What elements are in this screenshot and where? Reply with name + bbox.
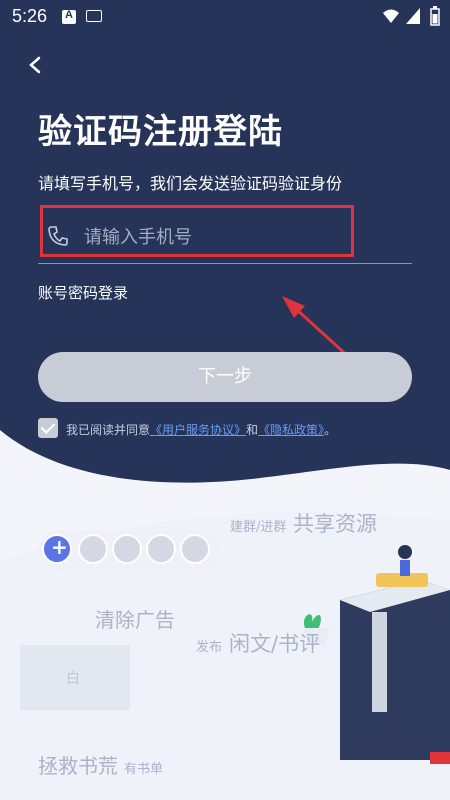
battery-icon (430, 6, 440, 26)
status-bar: 5:26 (0, 0, 450, 34)
illus-rescue-small: 有书单 (124, 762, 164, 777)
illus-publish-small: 发布 (196, 640, 223, 655)
agreement-text: 我已阅读并同意《用户服务协议》和《隐私政策》。 (66, 421, 336, 438)
page-subtitle: 请填写手机号，我们会发送验证码验证身份 (38, 174, 343, 193)
illus-group-big: 共享资源 (293, 512, 377, 536)
add-avatar-icon (42, 534, 72, 564)
agreement-prefix: 我已阅读并同意 (66, 423, 151, 437)
screen: 5:26 验证码注册登陆 请填写手机号，我们会发送验证码验证身份 账号密码登录 … (0, 0, 450, 800)
signal-icon (406, 8, 420, 24)
back-button[interactable] (22, 50, 52, 80)
illus-card-label: 白 (66, 671, 80, 687)
illus-rescue-big: 拯救书荒 (38, 754, 118, 778)
avatar (112, 534, 142, 564)
highlight-box (40, 205, 354, 257)
avatar (180, 534, 210, 564)
privacy-policy-link[interactable]: 《隐私政策》 (258, 423, 324, 437)
avatar (146, 534, 176, 564)
illus-remove-ads: 清除广告 (95, 608, 175, 632)
user-agreement-link[interactable]: 《用户服务协议》 (150, 423, 246, 437)
agreement-suffix: 。 (324, 423, 337, 437)
wifi-icon (383, 9, 399, 23)
avatar (78, 534, 108, 564)
keyboard-icon (86, 10, 102, 22)
agreement-and: 和 (246, 423, 259, 437)
next-button[interactable]: 下一步 (38, 352, 412, 402)
avatar-group (38, 530, 218, 570)
agreement-checkbox[interactable] (38, 418, 58, 438)
status-time: 5:26 (12, 6, 48, 26)
app-notification-icon (62, 9, 76, 24)
illus-publish-big: 闲文/书评 (229, 632, 321, 656)
password-login-link[interactable]: 账号密码登录 (38, 282, 128, 303)
illus-group-small: 建群/进群 (230, 520, 287, 535)
chevron-left-icon (29, 56, 41, 74)
page-title: 验证码注册登陆 (38, 112, 283, 152)
